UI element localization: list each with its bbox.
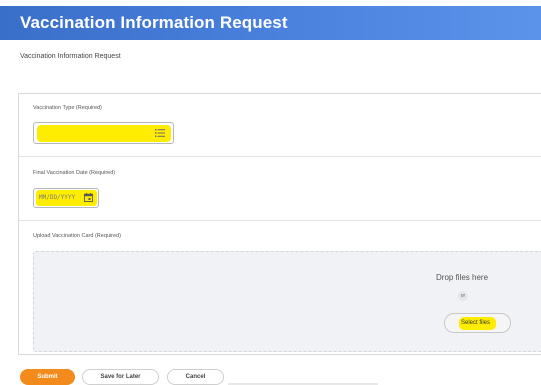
- page-header: Vaccination Information Request: [0, 6, 541, 40]
- divider: [19, 156, 541, 157]
- drop-files-text: Drop files here: [436, 273, 489, 282]
- final-date-label: Final Vaccination Date (Required): [33, 170, 116, 176]
- highlight-mark: [37, 125, 171, 142]
- vaccination-type-label: Vaccination Type (Required): [33, 105, 102, 111]
- final-date-input[interactable]: MM/DD/YYYY: [33, 188, 99, 208]
- select-files-button[interactable]: Select files: [444, 313, 511, 333]
- vaccination-type-select[interactable]: [33, 122, 174, 144]
- list-icon: [155, 129, 165, 137]
- or-badge: or: [458, 291, 468, 301]
- file-drop-zone[interactable]: Drop files here or Select files: [33, 251, 541, 352]
- submit-button[interactable]: Submit: [20, 369, 75, 385]
- calendar-icon[interactable]: [84, 193, 93, 202]
- date-placeholder: MM/DD/YYYY: [39, 194, 76, 201]
- upload-label: Upload Vaccination Card (Required): [33, 233, 121, 239]
- page-subtitle: Vaccination Information Request: [20, 53, 121, 60]
- save-for-later-button[interactable]: Save for Later: [82, 369, 159, 385]
- select-files-label: Select files: [461, 320, 491, 326]
- cancel-button[interactable]: Cancel: [167, 369, 224, 385]
- footer-bar: Submit Save for Later Cancel: [0, 363, 541, 385]
- form-card: Vaccination Type (Required) Final Vaccin…: [18, 93, 541, 355]
- page-title: Vaccination Information Request: [20, 13, 288, 32]
- divider: [19, 220, 541, 221]
